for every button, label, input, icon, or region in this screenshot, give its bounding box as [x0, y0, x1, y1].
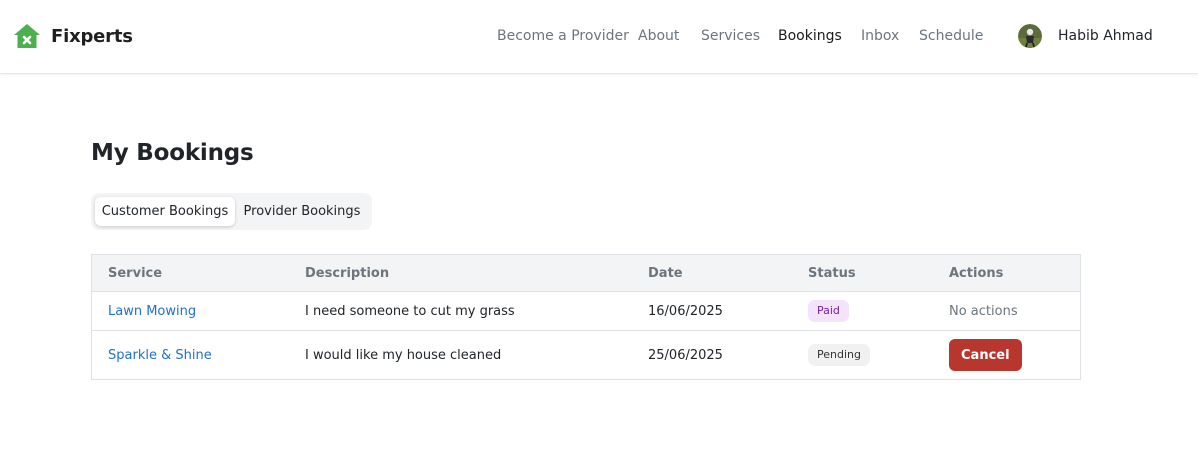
tab-provider-bookings[interactable]: Provider Bookings	[237, 197, 367, 226]
avatar	[1018, 24, 1042, 48]
brand-name: Fixperts	[51, 25, 133, 47]
column-header-service: Service	[108, 265, 163, 281]
column-header-description: Description	[305, 265, 390, 281]
status-badge: Paid	[808, 300, 849, 322]
cancel-booking-button[interactable]: Cancel	[949, 339, 1022, 371]
column-header-actions: Actions	[949, 265, 1004, 281]
page-title: My Bookings	[91, 140, 254, 166]
nav-become-provider[interactable]: Become a Provider	[497, 26, 629, 46]
table-row: Sparkle & Shine I would like my house cl…	[92, 331, 1080, 379]
user-menu[interactable]: Habib Ahmad	[1018, 24, 1153, 48]
booking-date: 25/06/2025	[648, 347, 723, 363]
service-link[interactable]: Lawn Mowing	[108, 304, 196, 319]
service-link[interactable]: Sparkle & Shine	[108, 348, 212, 363]
nav-schedule[interactable]: Schedule	[919, 26, 983, 46]
status-badge: Pending	[808, 344, 870, 366]
nav-bookings[interactable]: Bookings	[778, 26, 842, 46]
brand-logo-link[interactable]: Fixperts	[13, 22, 133, 50]
table-header-row: Service Description Date Status Actions	[92, 255, 1080, 292]
tab-customer-bookings[interactable]: Customer Bookings	[95, 197, 235, 226]
booking-date: 16/06/2025	[648, 303, 723, 319]
bookings-table: Service Description Date Status Actions …	[91, 254, 1081, 380]
nav-services[interactable]: Services	[701, 26, 760, 46]
home-wrench-icon	[14, 24, 40, 48]
top-navbar: Fixperts Become a Provider About Service…	[0, 0, 1198, 74]
column-header-date: Date	[648, 265, 683, 281]
nav-inbox[interactable]: Inbox	[861, 26, 899, 46]
no-actions-text: No actions	[949, 303, 1018, 319]
bookings-tab-group: Customer Bookings Provider Bookings	[91, 193, 372, 230]
nav-about[interactable]: About	[638, 26, 679, 46]
user-name: Habib Ahmad	[1058, 28, 1153, 44]
table-row: Lawn Mowing I need someone to cut my gra…	[92, 292, 1080, 331]
booking-description: I would like my house cleaned	[305, 347, 502, 363]
column-header-status: Status	[808, 265, 856, 281]
booking-description: I need someone to cut my grass	[305, 303, 515, 319]
